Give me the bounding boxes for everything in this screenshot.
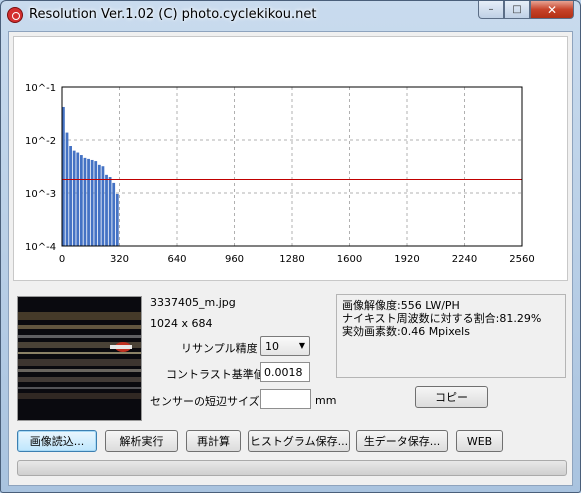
y-tick-label: 10^-1 — [25, 83, 56, 94]
close-button[interactable]: ✕ — [530, 1, 574, 19]
resample-dropdown[interactable]: 10 ▼ — [260, 336, 310, 356]
histogram-bar — [112, 182, 116, 246]
histogram-panel: 10^-1 10^-2 10^-3 10^-4 0 320 640 960 1280 1600 19… — [13, 36, 568, 281]
sensor-size-field[interactable] — [260, 389, 311, 409]
x-tick-label: 640 — [167, 254, 186, 265]
recalculate-button[interactable]: 再計算 — [186, 430, 241, 452]
x-tick-label: 2240 — [452, 254, 477, 265]
window-title: Resolution Ver.1.02 (C) photo.cyclekikou… — [29, 7, 317, 22]
results-panel: 画像解像度:556 LW/PH ナイキスト周波数に対する割合:81.29% 実効… — [336, 294, 566, 378]
x-tick-label: 1280 — [279, 254, 304, 265]
x-tick-label: 960 — [225, 254, 244, 265]
histogram-bar — [101, 166, 105, 246]
histogram-bar — [79, 155, 83, 246]
maximize-button[interactable]: □ — [504, 1, 530, 19]
histogram-bar — [69, 146, 72, 246]
histogram-bar — [90, 159, 94, 246]
x-tick-label: 1600 — [337, 254, 362, 265]
file-name: 3337405_m.jpg — [150, 296, 236, 309]
histogram-bar — [94, 161, 98, 246]
histogram-bar — [76, 152, 80, 246]
histogram-bar — [115, 193, 119, 246]
x-tick-label: 2560 — [509, 254, 534, 265]
copy-button[interactable]: コピー — [415, 386, 488, 408]
histogram-bar — [72, 150, 76, 246]
progress-bar — [17, 460, 567, 476]
sensor-label: センサーの短辺サイズ — [150, 395, 260, 408]
histogram-bar — [108, 177, 112, 246]
histogram-bar — [97, 164, 101, 246]
client-area: 10^-1 10^-2 10^-3 10^-4 0 320 640 960 1280 1600 19… — [8, 31, 573, 486]
load-image-button[interactable]: 画像読込... — [17, 430, 97, 452]
analyze-button[interactable]: 解析実行 — [105, 430, 178, 452]
x-tick-label: 0 — [59, 254, 65, 265]
app-icon[interactable] — [7, 7, 23, 23]
resample-label: リサンプル精度 — [181, 342, 258, 355]
minimize-button[interactable]: – — [478, 1, 504, 19]
save-histogram-button[interactable]: ヒストグラム保存... — [248, 430, 350, 452]
x-tick-label: 320 — [110, 254, 129, 265]
chevron-down-icon: ▼ — [298, 341, 305, 350]
save-raw-data-button[interactable]: 生データ保存... — [356, 430, 448, 452]
app-window: Resolution Ver.1.02 (C) photo.cyclekikou… — [0, 0, 581, 493]
x-tick-label: 1920 — [394, 254, 419, 265]
result-effective-pixels: 実効画素数:0.46 Mpixels — [342, 325, 470, 338]
y-tick-label: 10^-2 — [25, 136, 56, 147]
contrast-label: コントラスト基準値 — [166, 368, 265, 381]
histogram-bar — [83, 157, 87, 246]
histogram-bar — [87, 158, 90, 246]
histogram-bar — [65, 132, 69, 246]
image-thumbnail — [17, 296, 142, 421]
contrast-field[interactable]: 0.0018 — [260, 362, 310, 382]
resample-value: 10 — [265, 340, 279, 353]
image-dimensions: 1024 x 684 — [150, 317, 213, 330]
title-bar[interactable]: Resolution Ver.1.02 (C) photo.cyclekikou… — [1, 1, 580, 29]
y-tick-label: 10^-4 — [25, 242, 56, 253]
web-button[interactable]: WEB — [456, 430, 503, 452]
thumbnail-image — [18, 297, 141, 420]
histogram-bar — [105, 174, 108, 246]
sensor-unit: mm — [315, 394, 337, 407]
y-tick-label: 10^-3 — [25, 189, 56, 200]
histogram-chart: 10^-1 10^-2 10^-3 10^-40 320 640 960 1280 1600 19… — [25, 83, 535, 265]
